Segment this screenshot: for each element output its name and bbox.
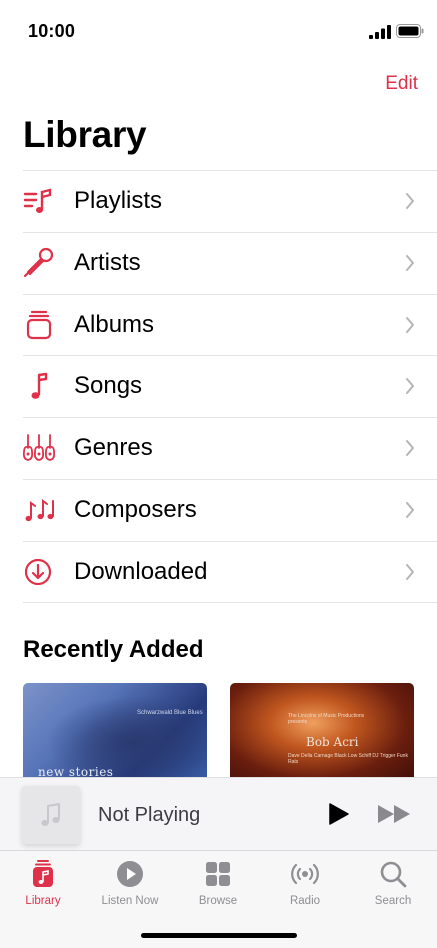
library-icon <box>33 860 53 887</box>
tab-label: Radio <box>289 895 321 907</box>
menu-item-playlists[interactable]: Playlists <box>0 170 437 232</box>
album-artwork[interactable]: Schwarzwald Blue Blues new stories <box>23 683 207 783</box>
home-indicator <box>141 933 297 938</box>
menu-item-label: Albums <box>74 310 155 338</box>
menu-item-composers[interactable]: Composers <box>0 478 437 541</box>
tab-library[interactable]: Library <box>0 859 86 907</box>
music-note-icon <box>31 373 48 400</box>
mini-player-artwork <box>22 786 80 844</box>
chevron-right-icon <box>406 193 414 209</box>
album-art-subtext: Schwarzwald Blue Blues <box>137 710 203 716</box>
chevron-right-icon <box>406 440 414 457</box>
menu-item-label: Composers <box>74 495 197 523</box>
chevron-right-icon <box>406 316 414 333</box>
album-art-subtext: The Lincolns of Music Productions presen… <box>288 713 365 725</box>
album-stack-icon <box>26 310 52 339</box>
composers-notes-icon <box>25 498 54 522</box>
chevron-right-icon <box>406 378 414 395</box>
download-circle-icon <box>24 558 52 585</box>
menu-item-label: Genres <box>74 434 153 462</box>
music-note-placeholder-icon <box>41 803 60 826</box>
mini-player[interactable]: Not Playing <box>0 777 437 851</box>
microphone-icon <box>23 247 54 277</box>
album-art-text: Bob Acri <box>306 735 359 749</box>
library-menu: Playlists Artists Albums Songs Genres Co… <box>0 170 437 603</box>
status-time: 10:00 <box>28 21 76 41</box>
menu-item-artists[interactable]: Artists <box>0 231 437 294</box>
search-icon <box>380 861 407 888</box>
fast-forward-button[interactable] <box>376 803 414 825</box>
edit-button[interactable]: Edit <box>385 73 418 95</box>
menu-item-downloaded[interactable]: Downloaded <box>0 540 437 603</box>
chevron-right-icon <box>406 501 414 518</box>
tab-radio[interactable]: Radio <box>262 859 348 907</box>
menu-item-label: Songs <box>74 372 143 400</box>
tab-label: Library <box>25 895 61 907</box>
cellular-signal-icon <box>369 25 391 39</box>
grid-icon <box>206 862 230 886</box>
menu-item-label: Artists <box>74 248 141 276</box>
album-artwork[interactable]: The Lincolns of Music Productions presen… <box>230 683 414 783</box>
menu-item-albums[interactable]: Albums <box>0 293 437 356</box>
play-button[interactable] <box>326 802 350 826</box>
radio-waves-icon <box>291 863 319 885</box>
tab-browse[interactable]: Browse <box>175 859 261 907</box>
tab-search[interactable]: Search <box>350 859 436 907</box>
recently-added-title: Recently Added <box>23 636 204 663</box>
chevron-right-icon <box>406 254 414 271</box>
menu-item-songs[interactable]: Songs <box>0 355 437 417</box>
now-playing-title: Not Playing <box>98 804 201 826</box>
tab-label: Search <box>374 895 412 907</box>
guitars-icon <box>22 434 56 462</box>
battery-icon <box>396 24 424 38</box>
playlists-icon <box>23 188 52 213</box>
chevron-right-icon <box>406 563 414 580</box>
tab-listen-now[interactable]: Listen Now <box>87 859 173 907</box>
play-circle-icon <box>117 861 143 887</box>
status-bar: 10:00 <box>0 0 437 62</box>
menu-item-label: Playlists <box>74 187 163 214</box>
menu-item-label: Downloaded <box>74 557 208 585</box>
menu-item-genres[interactable]: Genres <box>0 417 437 479</box>
album-art-subtext: Dave Della Carnage Black Low Schiff DJ T… <box>288 753 408 765</box>
tab-label: Listen Now <box>101 895 159 907</box>
page-title: Library <box>23 114 147 155</box>
tab-label: Browse <box>198 895 238 907</box>
